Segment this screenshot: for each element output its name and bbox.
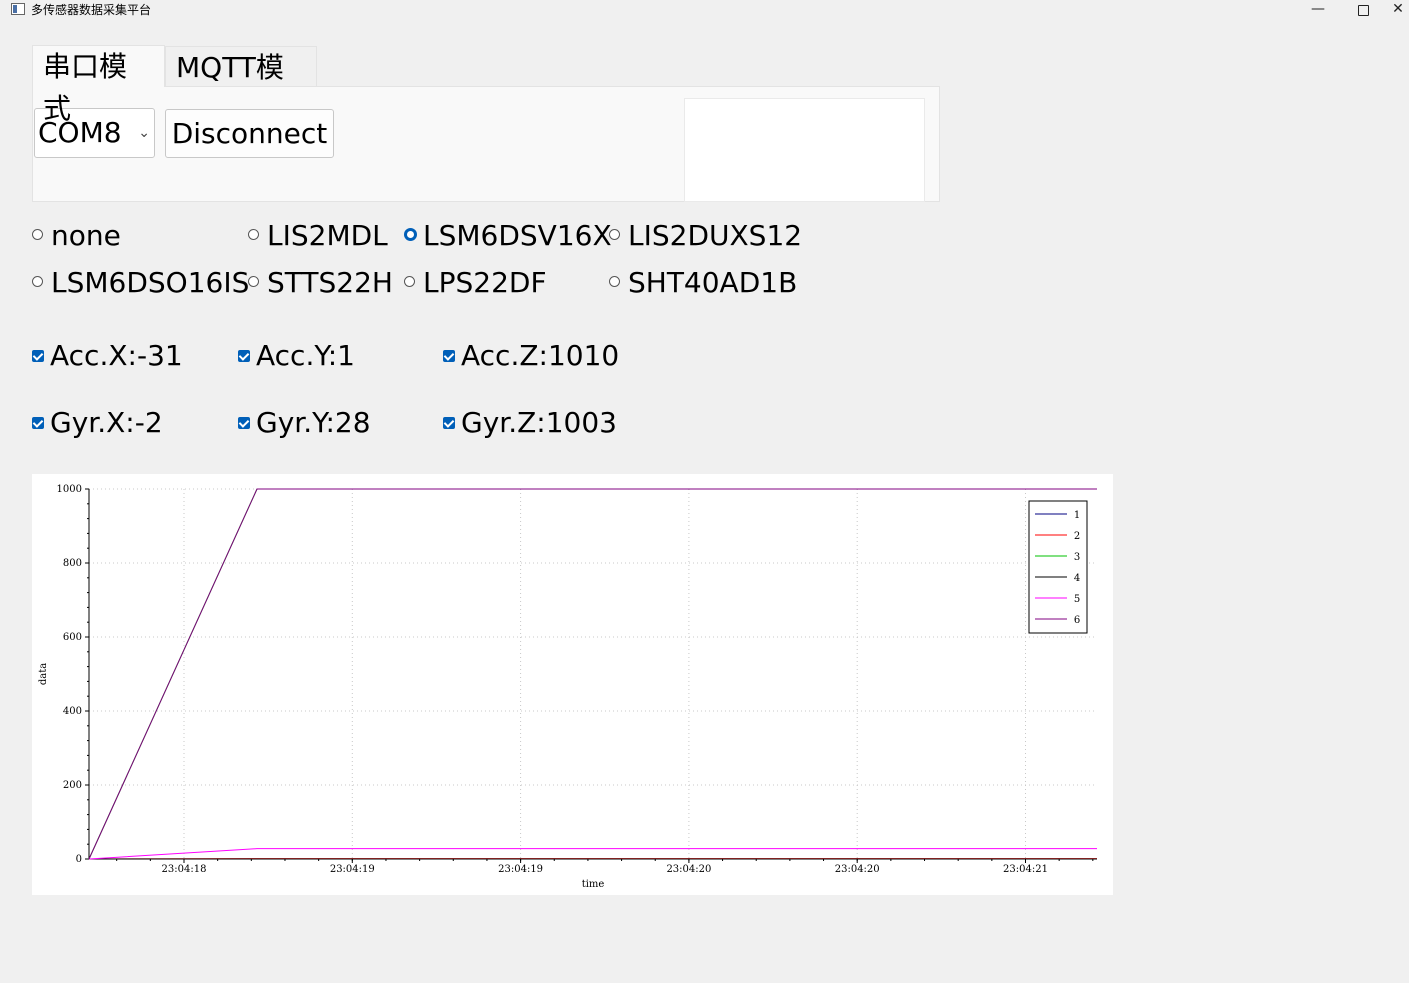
- checkbox-checked-icon: [443, 417, 455, 429]
- radio-indicator: [404, 276, 415, 287]
- legend-label: 2: [1074, 531, 1080, 542]
- window-title: 多传感器数据采集平台: [31, 3, 152, 17]
- checkbox-checked-icon: [443, 350, 455, 362]
- y-tick-label: 400: [63, 706, 82, 717]
- y-tick-label: 800: [63, 558, 82, 569]
- legend-label: 1: [1074, 510, 1080, 521]
- radio-label: LSM6DSO16IS: [51, 266, 250, 299]
- radio-label: SHT40AD1B: [628, 266, 798, 299]
- chevron-down-icon: ⌄: [138, 125, 150, 141]
- gyr-z-label: Gyr.Z:1003: [461, 406, 617, 439]
- radio-label: LSM6DSV16X: [423, 219, 612, 252]
- radio-indicator: [248, 229, 259, 240]
- x-tick-label: 23:04:20: [666, 864, 711, 875]
- series-line-6: [88, 488, 1097, 860]
- checkbox-checked-icon: [238, 417, 250, 429]
- radio-label: LIS2DUXS12: [628, 219, 803, 252]
- app-icon: [11, 3, 25, 15]
- x-tick-label: 23:04:18: [162, 864, 207, 875]
- checkbox-checked-icon: [238, 350, 250, 362]
- radio-label: LPS22DF: [423, 266, 547, 299]
- x-tick-label: 23:04:21: [1003, 864, 1048, 875]
- y-axis-title: data: [38, 663, 49, 685]
- disconnect-button[interactable]: Disconnect: [165, 109, 334, 158]
- gyr-y-label: Gyr.Y:28: [256, 406, 371, 439]
- legend-label: 6: [1074, 615, 1080, 626]
- x-tick-label: 23:04:19: [330, 864, 375, 875]
- maximize-icon: [1357, 5, 1369, 16]
- radio-label: STTS22H: [267, 266, 393, 299]
- legend-label: 4: [1074, 573, 1080, 584]
- acc-y-label: Acc.Y:1: [256, 339, 355, 372]
- x-tick-label: 23:04:19: [498, 864, 543, 875]
- checkbox-checked-icon: [32, 350, 44, 362]
- acc-z-label: Acc.Z:1010: [461, 339, 620, 372]
- radio-indicator: [32, 276, 43, 287]
- gyr-x-label: Gyr.X:-2: [50, 406, 163, 439]
- x-axis-title: time: [582, 879, 605, 890]
- minimize-button[interactable]: —: [1298, 0, 1338, 20]
- title-bar: 多传感器数据采集平台 — ✕: [0, 0, 1409, 22]
- y-tick-label: 1000: [57, 484, 82, 495]
- tab-mqtt-mode[interactable]: MQTT模式: [165, 46, 317, 126]
- maximize-button[interactable]: [1343, 0, 1383, 20]
- chart-svg: 0 200 400 600 800 1000 23:04:18 23:04:19 23:04:1…: [38, 484, 1097, 890]
- radio-indicator: [609, 229, 620, 240]
- y-tick-label: 200: [63, 780, 82, 791]
- checkbox-checked-icon: [32, 417, 44, 429]
- acc-x-label: Acc.X:-31: [50, 339, 183, 372]
- radio-indicator-selected: [404, 228, 417, 241]
- series-line-3: [88, 488, 1097, 860]
- status-box: [684, 98, 925, 202]
- x-tick-label: 23:04:20: [835, 864, 880, 875]
- radio-indicator: [32, 229, 43, 240]
- radio-label: LIS2MDL: [267, 219, 388, 252]
- radio-indicator: [248, 276, 259, 287]
- radio-label: none: [51, 219, 121, 252]
- series-line-5: [88, 848, 1097, 860]
- legend-label: 5: [1074, 594, 1080, 605]
- y-tick-label: 600: [63, 632, 82, 643]
- tab-serial-mode[interactable]: 串口模式: [32, 45, 165, 125]
- sensor-chart: 0 200 400 600 800 1000 23:04:18 23:04:19 23:04:1…: [32, 474, 1113, 895]
- y-tick-label: 0: [76, 854, 82, 865]
- radio-indicator: [609, 276, 620, 287]
- legend-label: 3: [1074, 552, 1080, 563]
- close-button[interactable]: ✕: [1387, 0, 1409, 20]
